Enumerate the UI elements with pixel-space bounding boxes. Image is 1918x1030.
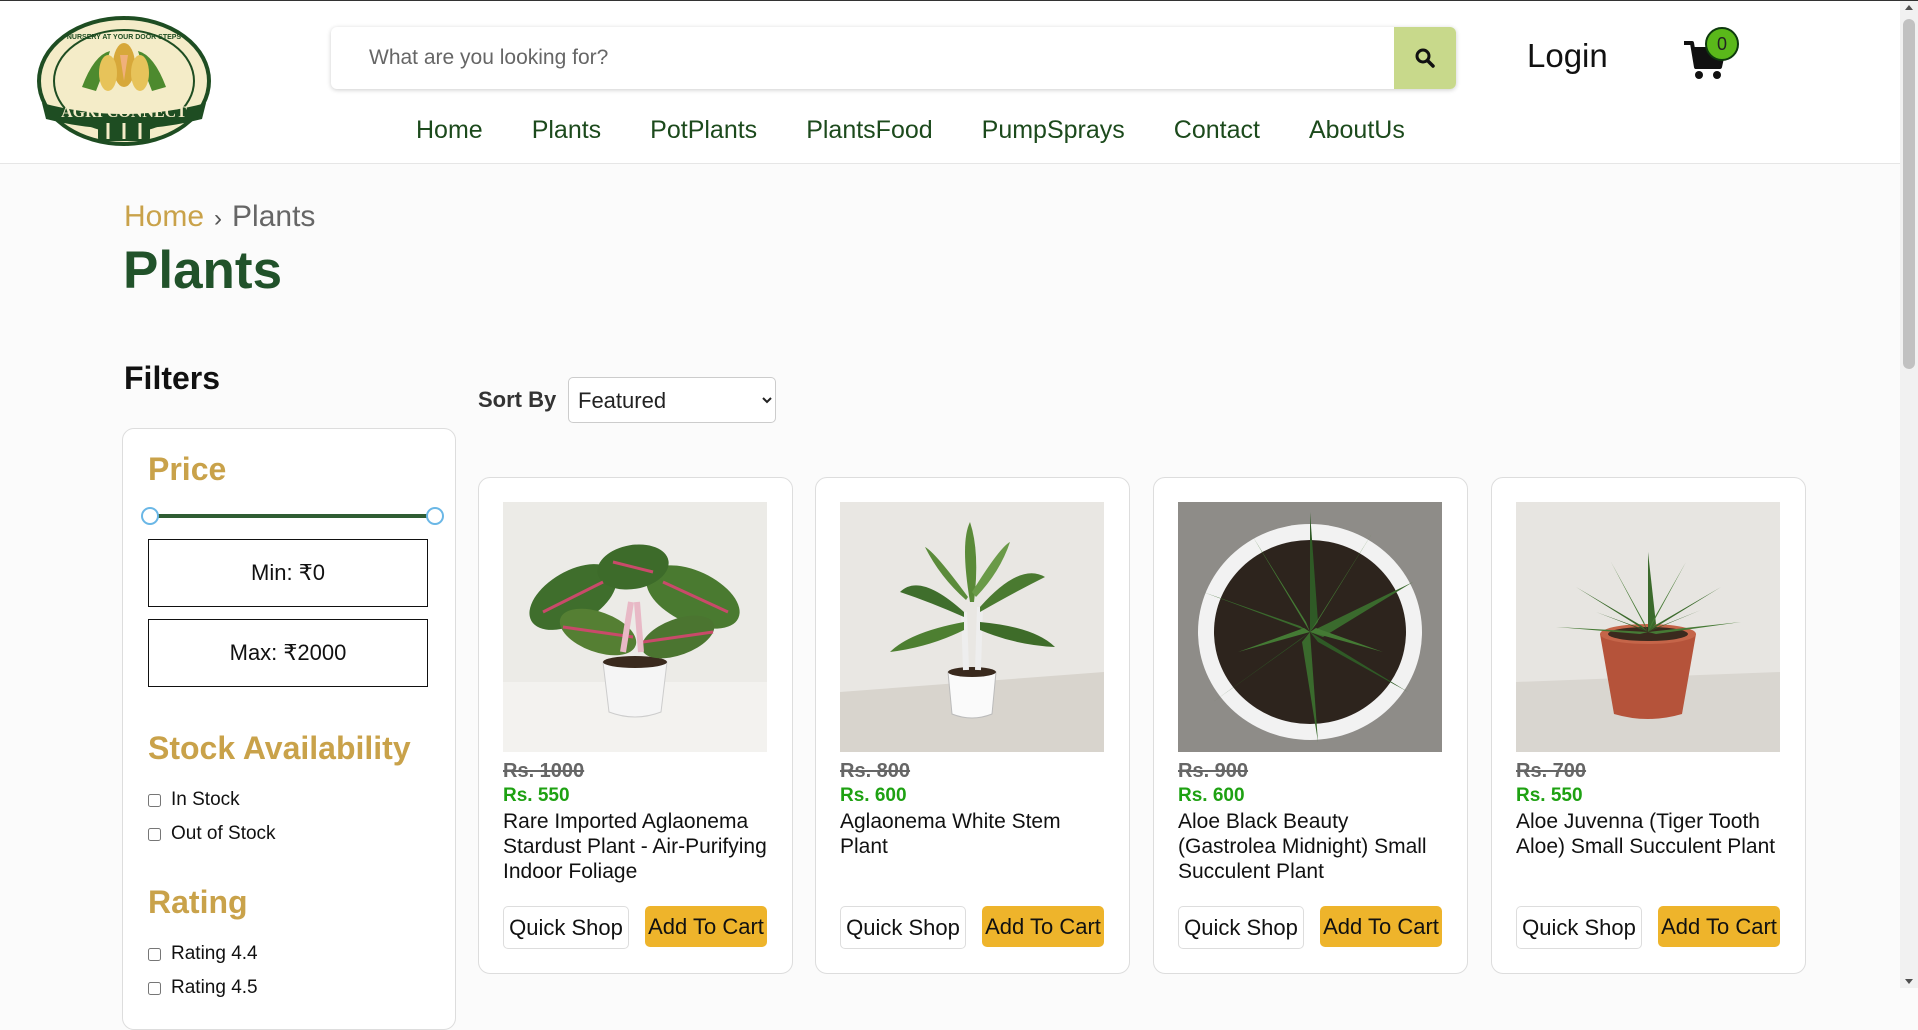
nav-potplants[interactable]: PotPlants [650,116,757,145]
search-bar [331,27,1456,89]
main-nav: Home Plants PotPlants PlantsFood PumpSpr… [416,116,1454,145]
quick-shop-button[interactable]: Quick Shop [1516,906,1642,949]
page-title: Plants [123,241,283,300]
product-card[interactable]: Rs. 700 Rs. 550 Aloe Juvenna (Tiger Toot… [1491,477,1806,974]
sort-select[interactable]: Featured [568,377,776,423]
product-name[interactable]: Aloe Juvenna (Tiger Tooth Aloe) Small Su… [1516,809,1786,859]
out-of-stock-label: Out of Stock [171,823,276,844]
scroll-up-arrow-icon[interactable] [1905,5,1913,10]
product-card[interactable]: Rs. 800 Rs. 600 Aglaonema White Stem Pla… [815,477,1130,974]
add-to-cart-button[interactable]: Add To Cart [1320,906,1442,947]
product-card[interactable]: Rs. 900 Rs. 600 Aloe Black Beauty (Gastr… [1153,477,1468,974]
rating-4-5-checkbox[interactable] [148,981,161,995]
site-header: AGRI CONNECT NURSERY AT YOUR DOOR STEPS … [0,1,1900,164]
product-image[interactable] [1178,502,1442,752]
price-max-box[interactable]: Max: ₹2000 [148,619,428,687]
search-button[interactable] [1394,27,1456,89]
filters-title: Filters [124,360,221,396]
rating-4-4-label: Rating 4.4 [171,943,258,964]
product-old-price: Rs. 700 [1516,760,1587,782]
product-card[interactable]: Rs. 1000 Rs. 550 Rare Imported Aglaonema… [478,477,793,974]
quick-shop-button[interactable]: Quick Shop [1178,906,1304,949]
search-icon [1415,48,1435,68]
scroll-down-arrow-icon[interactable] [1905,979,1913,984]
logo-tagline: NURSERY AT YOUR DOOR STEPS [67,34,182,41]
quick-shop-button[interactable]: Quick Shop [503,906,629,949]
product-image[interactable] [503,502,767,752]
quick-shop-button[interactable]: Quick Shop [840,906,966,949]
price-slider-min-handle[interactable] [141,507,159,525]
product-name[interactable]: Aloe Black Beauty (Gastrolea Midnight) S… [1178,809,1448,884]
scrollbar[interactable] [1900,1,1918,988]
product-name[interactable]: Rare Imported Aglaonema Stardust Plant -… [503,809,773,884]
rating-4-4-checkbox[interactable] [148,947,161,961]
breadcrumb-separator: › [214,205,223,232]
nav-home[interactable]: Home [416,116,483,145]
add-to-cart-button[interactable]: Add To Cart [1658,906,1780,947]
breadcrumb-home[interactable]: Home [124,200,204,233]
add-to-cart-button[interactable]: Add To Cart [982,906,1104,947]
price-slider-track[interactable] [148,514,434,518]
sort-by-label: Sort By [478,387,557,412]
logo-text: AGRI CONNECT [61,104,187,121]
scrollbar-thumb[interactable] [1903,19,1915,369]
product-price: Rs. 550 [503,785,570,806]
product-name[interactable]: Aglaonema White Stem Plant [840,809,1110,859]
nav-contact[interactable]: Contact [1174,116,1260,145]
product-old-price: Rs. 900 [1178,760,1249,782]
price-slider-max-handle[interactable] [426,507,444,525]
product-image[interactable] [1516,502,1780,752]
rating-option-4-5[interactable]: Rating 4.5 [148,977,258,999]
stock-heading: Stock Availability [148,730,411,766]
product-image[interactable] [840,502,1104,752]
nav-pumpsprays[interactable]: PumpSprays [982,116,1125,145]
nav-plants[interactable]: Plants [532,116,601,145]
price-heading: Price [148,451,227,487]
nav-plantsfood[interactable]: PlantsFood [806,116,932,145]
breadcrumb-current: Plants [232,200,316,233]
add-to-cart-button[interactable]: Add To Cart [645,906,767,947]
product-old-price: Rs. 1000 [503,760,585,782]
login-link[interactable]: Login [1527,37,1608,75]
product-price: Rs. 600 [840,785,907,806]
filter-panel: Price Min: ₹0 Max: ₹2000 Stock Availabil… [122,428,456,1030]
product-price: Rs. 600 [1178,785,1245,806]
rating-option-4-4[interactable]: Rating 4.4 [148,943,258,965]
agri-connect-logo[interactable]: AGRI CONNECT NURSERY AT YOUR DOOR STEPS [34,15,214,147]
stock-option-in-stock[interactable]: In Stock [148,789,240,811]
rating-heading: Rating [148,884,248,920]
breadcrumb: Home › Plants [124,200,315,234]
cart-count-badge: 0 [1705,27,1739,61]
stock-option-out-of-stock[interactable]: Out of Stock [148,823,276,845]
product-price: Rs. 550 [1516,785,1583,806]
in-stock-checkbox[interactable] [148,793,161,807]
rating-4-5-label: Rating 4.5 [171,977,258,998]
price-min-box[interactable]: Min: ₹0 [148,539,428,607]
nav-aboutus[interactable]: AboutUs [1309,116,1405,145]
search-input[interactable] [331,27,1381,89]
in-stock-label: In Stock [171,789,240,810]
out-of-stock-checkbox[interactable] [148,827,161,841]
product-old-price: Rs. 800 [840,760,911,782]
